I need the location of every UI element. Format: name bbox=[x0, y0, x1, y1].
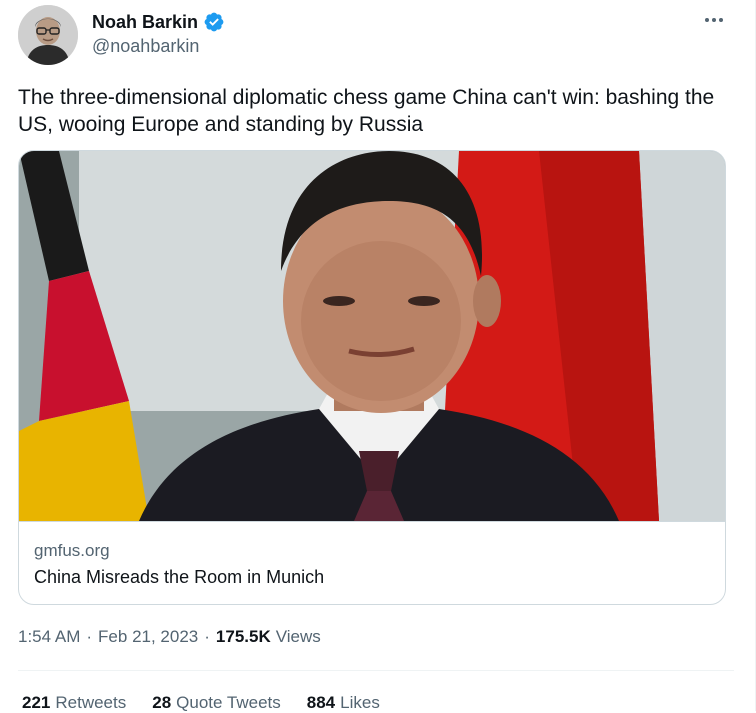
card-title: China Misreads the Room in Munich bbox=[34, 567, 325, 587]
views-count[interactable]: 175.5K bbox=[216, 627, 271, 647]
more-options-icon[interactable] bbox=[700, 10, 728, 30]
quote-tweets-link[interactable]: 28 Quote Tweets bbox=[152, 693, 281, 713]
avatar[interactable] bbox=[18, 5, 78, 65]
link-card[interactable]: gmfus.org China Misreads the Room in Mun… bbox=[18, 150, 726, 605]
engagement-stats: 221 Retweets 28 Quote Tweets 884 Likes bbox=[22, 693, 406, 713]
tweet-time[interactable]: 1:54 AM bbox=[18, 627, 80, 647]
views-label: Views bbox=[275, 627, 321, 646]
author-handle[interactable]: @noahbarkin bbox=[92, 36, 199, 57]
retweets-label: Retweets bbox=[55, 693, 127, 712]
divider bbox=[18, 670, 734, 671]
tweet-container: Noah Barkin @noahbarkin The three-dimens… bbox=[0, 0, 756, 713]
display-name[interactable]: Noah Barkin bbox=[92, 12, 198, 33]
tweet-text: The three-dimensional diplomatic chess g… bbox=[18, 86, 715, 136]
card-domain: gmfus.org bbox=[34, 541, 110, 560]
tweet-date[interactable]: Feb 21, 2023 bbox=[98, 627, 198, 647]
card-divider bbox=[19, 521, 725, 522]
card-photo bbox=[19, 151, 725, 521]
likes-label: Likes bbox=[340, 693, 380, 712]
quote-tweets-label: Quote Tweets bbox=[176, 693, 281, 712]
meta-separator: · bbox=[86, 627, 93, 646]
tweet-meta: 1:54 AM · Feb 21, 2023 · 175.5K Views bbox=[18, 627, 321, 647]
retweets-count: 221 bbox=[22, 693, 51, 712]
author-name-row[interactable]: Noah Barkin bbox=[92, 10, 225, 34]
meta-separator: · bbox=[204, 627, 210, 646]
retweets-link[interactable]: 221 Retweets bbox=[22, 693, 126, 713]
verified-badge-icon bbox=[203, 11, 225, 33]
quote-tweets-count: 28 bbox=[152, 693, 172, 712]
avatar-image bbox=[18, 5, 78, 65]
likes-link[interactable]: 884 Likes bbox=[307, 693, 380, 713]
likes-count: 884 bbox=[306, 693, 336, 712]
